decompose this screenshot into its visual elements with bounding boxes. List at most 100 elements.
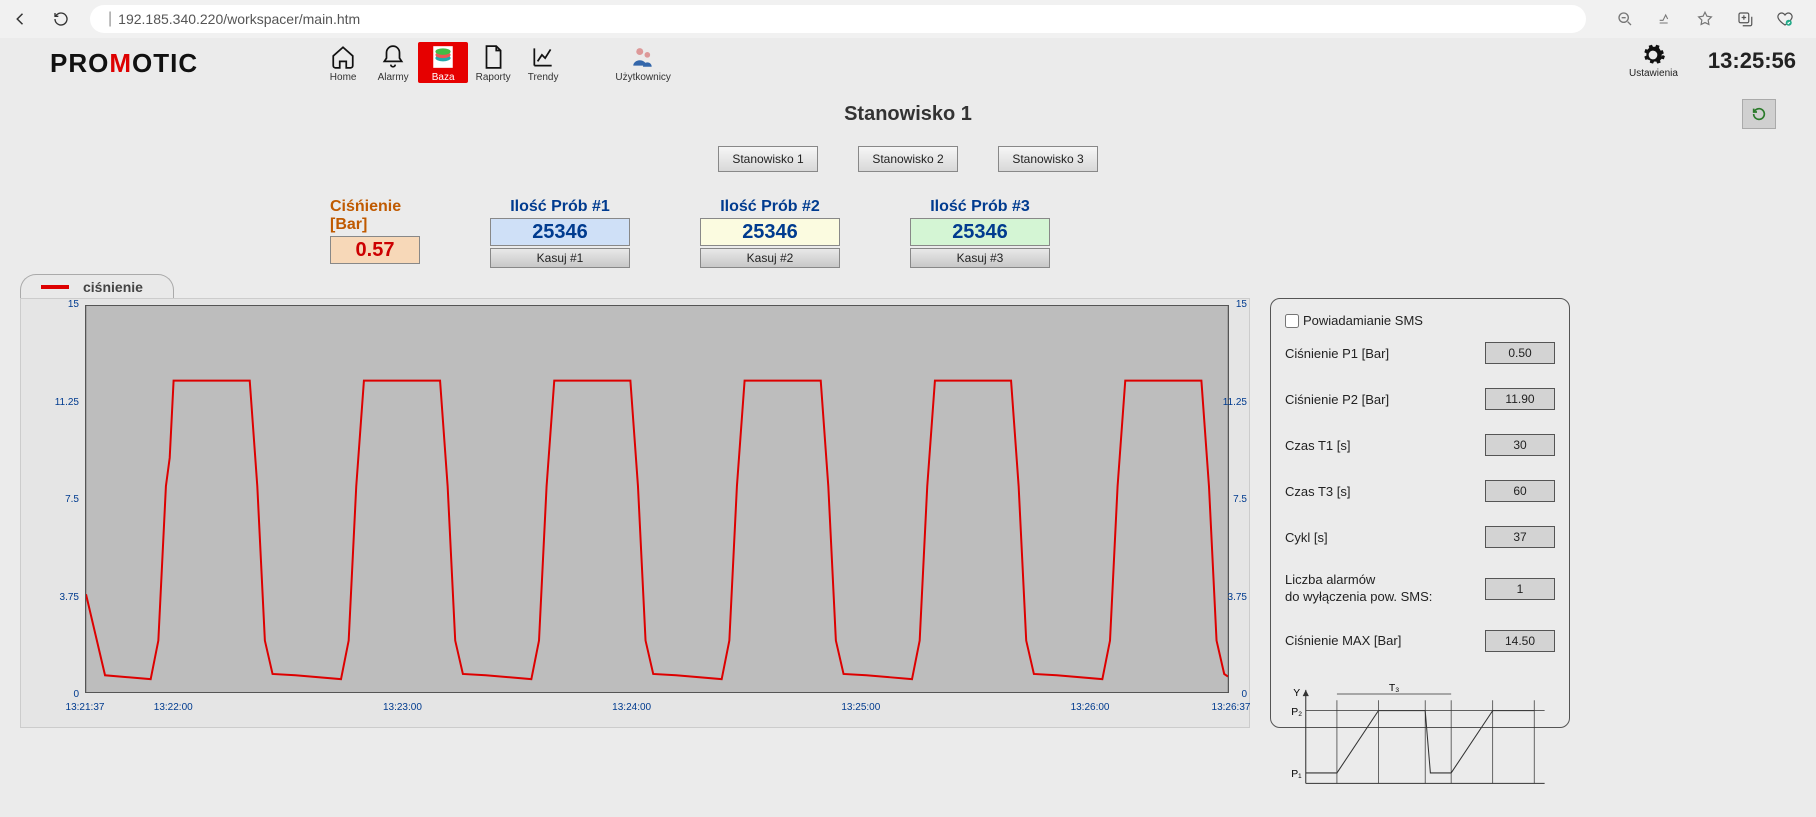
zoom-out-icon[interactable] <box>1614 8 1636 30</box>
metric-pressure: Ciśńienie [Bar] 0.57 <box>330 198 420 264</box>
settings-value[interactable]: 1 <box>1485 578 1555 600</box>
y-tick: 3.75 <box>1228 592 1247 603</box>
logo: PROMOTIC <box>50 48 198 79</box>
diagram-y-label: Y <box>1293 688 1300 699</box>
settings-value[interactable]: 11.90 <box>1485 388 1555 410</box>
reload-button[interactable] <box>50 8 72 30</box>
x-tick: 13:23:00 <box>383 702 422 713</box>
y-tick: 3.75 <box>29 592 79 603</box>
settings-label: Ciśnienie P1 [Bar] <box>1285 346 1389 361</box>
nav-label: Alarmy <box>378 72 409 83</box>
cycle-diagram: Y P₂ P₁ T₃ <box>1285 678 1555 795</box>
settings-label: Czas T1 [s] <box>1285 438 1351 453</box>
refresh-icon <box>1751 106 1767 122</box>
x-tick: 13:22:00 <box>154 702 193 713</box>
settings-value[interactable]: 37 <box>1485 526 1555 548</box>
url-text: 192.185.340.220/workspacer/main.htm <box>118 11 360 27</box>
station-button-2[interactable]: Stanowisko 2 <box>858 146 958 172</box>
users-icon <box>630 44 656 70</box>
x-tick: 13:26:00 <box>1071 702 1110 713</box>
nav-users[interactable]: Użytkownicy <box>618 42 668 83</box>
clock: 13:25:56 <box>1708 48 1796 74</box>
nav-label: Home <box>330 72 357 83</box>
metric-count-2: Ilość Prób #2 25346 Kasuj #2 <box>700 198 840 268</box>
metric-count-3: Ilość Prób #3 25346 Kasuj #3 <box>910 198 1050 268</box>
nav-reports[interactable]: Raporty <box>468 42 518 83</box>
nav-label: Baza <box>432 72 455 83</box>
reset-button-2[interactable]: Kasuj #2 <box>700 248 840 268</box>
reset-button-3[interactable]: Kasuj #3 <box>910 248 1050 268</box>
settings-label: Ciśnienie P2 [Bar] <box>1285 392 1389 407</box>
app-toolbar: PROMOTIC Home Alarmy Baza Raporty Trendy… <box>0 38 1816 92</box>
collections-icon[interactable] <box>1734 8 1756 30</box>
station-buttons: Stanowisko 1 Stanowisko 2 Stanowisko 3 <box>20 146 1796 172</box>
nav-settings[interactable]: Ustawienia <box>1629 42 1678 79</box>
chart-icon <box>530 44 556 70</box>
gear-icon <box>1640 42 1666 68</box>
x-tick: 13:24:00 <box>612 702 651 713</box>
metric-value: 0.57 <box>330 236 420 264</box>
url-bar[interactable]: | 192.185.340.220/workspacer/main.htm <box>90 5 1586 33</box>
back-button[interactable] <box>10 8 32 30</box>
legend-label: ciśnienie <box>83 279 143 295</box>
nav-label: Raporty <box>476 72 511 83</box>
metric-count-1: Ilość Prób #1 25346 Kasuj #1 <box>490 198 630 268</box>
y-tick: 7.5 <box>1233 494 1247 505</box>
browser-right-icons <box>1604 8 1806 30</box>
page-title: Stanowisko 1 <box>844 103 972 126</box>
settings-row: Cykl [s]37 <box>1285 526 1555 548</box>
settings-row: Ciśnienie MAX [Bar] 14.50 <box>1285 630 1555 652</box>
settings-row: Liczba alarmówdo wyłączenia pow. SMS: 1 <box>1285 572 1555 606</box>
settings-panel: Powiadamianie SMS Ciśnienie P1 [Bar] 0.50… <box>1270 298 1570 728</box>
settings-value[interactable]: 60 <box>1485 480 1555 502</box>
diagram-p2-label: P₂ <box>1291 707 1302 718</box>
nav-alarms[interactable]: Alarmy <box>368 42 418 83</box>
settings-value[interactable]: 30 <box>1485 434 1555 456</box>
metric-title: Ilość Prób #1 <box>510 198 610 216</box>
sms-checkbox[interactable] <box>1285 314 1299 328</box>
x-tick: 13:25:00 <box>841 702 880 713</box>
y-tick: 11.25 <box>29 397 79 408</box>
diagram-p1-label: P₁ <box>1291 769 1302 780</box>
settings-row: Ciśnienie P1 [Bar] 0.50 <box>1285 342 1555 364</box>
metric-value: 25346 <box>490 218 630 246</box>
reset-button-1[interactable]: Kasuj #1 <box>490 248 630 268</box>
settings-label: Czas T3 [s] <box>1285 484 1351 499</box>
diagram-t3-label: T₃ <box>1389 683 1400 694</box>
nav-label: Użytkownicy <box>615 72 671 83</box>
metric-title: Ilość Prób #2 <box>720 198 820 216</box>
url-separator: | <box>108 10 112 28</box>
legend-line-icon <box>41 285 69 289</box>
y-tick: 0 <box>29 689 79 700</box>
y-tick: 15 <box>29 299 79 310</box>
logo-pre: PRO <box>50 48 109 78</box>
read-aloud-icon[interactable] <box>1654 8 1676 30</box>
y-tick: 7.5 <box>29 494 79 505</box>
sms-label: Powiadamianie SMS <box>1303 313 1423 328</box>
chart-legend: ciśnienie <box>20 274 174 299</box>
nav-home[interactable]: Home <box>318 42 368 83</box>
settings-value[interactable]: 14.50 <box>1485 630 1555 652</box>
nav-trends[interactable]: Trendy <box>518 42 568 83</box>
y-tick: 11.25 <box>1223 397 1247 408</box>
station-button-3[interactable]: Stanowisko 3 <box>998 146 1098 172</box>
settings-label: Ciśnienie MAX [Bar] <box>1285 633 1401 648</box>
toolbar-icons: Home Alarmy Baza Raporty Trendy Użytkown… <box>318 42 668 83</box>
station-button-1[interactable]: Stanowisko 1 <box>718 146 818 172</box>
settings-row: Ciśnienie P2 [Bar] 11.90 <box>1285 388 1555 410</box>
home-icon <box>330 44 356 70</box>
nav-label: Ustawienia <box>1629 68 1678 79</box>
refresh-button[interactable] <box>1742 99 1776 129</box>
y-tick: 15 <box>1236 299 1247 310</box>
metric-value: 25346 <box>910 218 1050 246</box>
settings-label: Liczba alarmówdo wyłączenia pow. SMS: <box>1285 572 1432 606</box>
chart-plot-area <box>85 305 1229 693</box>
document-icon <box>480 44 506 70</box>
sms-checkbox-row[interactable]: Powiadamianie SMS <box>1285 313 1555 328</box>
nav-database[interactable]: Baza <box>418 42 468 83</box>
logo-mid: M <box>109 48 132 78</box>
settings-value[interactable]: 0.50 <box>1485 342 1555 364</box>
favorite-icon[interactable] <box>1694 8 1716 30</box>
health-icon[interactable] <box>1774 8 1796 30</box>
pressure-chart[interactable]: 1511.257.53.750 1511.257.53.750 13:21:37… <box>20 298 1250 728</box>
